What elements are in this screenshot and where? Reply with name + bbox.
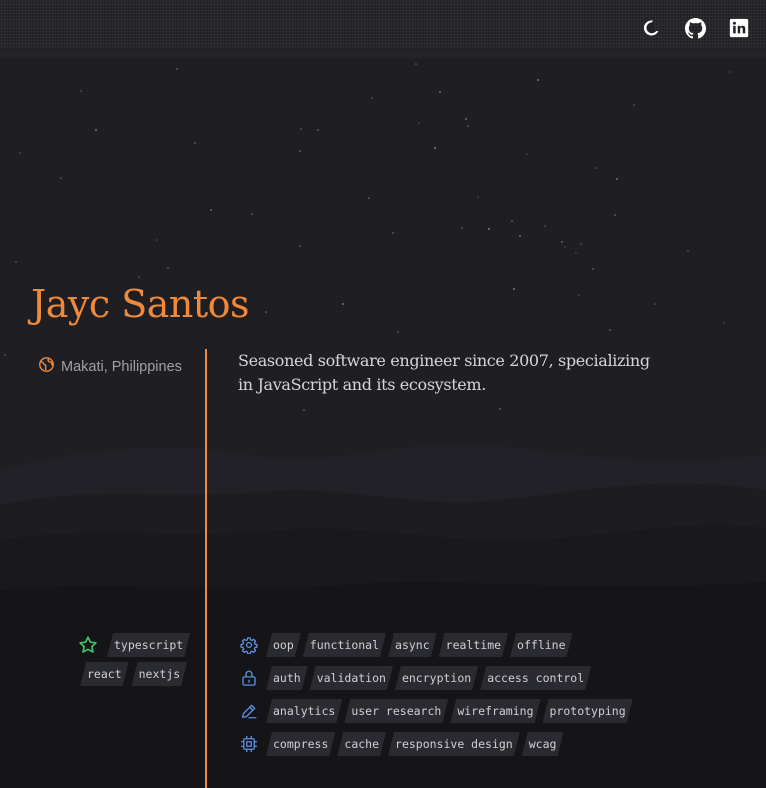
star-dot bbox=[513, 288, 515, 290]
skill-row-performance: compress cache responsive design wcag bbox=[240, 732, 563, 756]
favorites-row: typescript bbox=[78, 633, 190, 657]
tag-async[interactable]: async bbox=[388, 633, 437, 657]
tag-oop[interactable]: oop bbox=[266, 633, 301, 657]
lock-icon bbox=[240, 669, 258, 687]
star-dot bbox=[461, 227, 463, 229]
pencil-icon bbox=[240, 702, 258, 720]
star-dot bbox=[439, 91, 441, 93]
star-dot bbox=[156, 239, 158, 241]
star-dot bbox=[397, 331, 399, 333]
star-dot bbox=[526, 153, 528, 155]
globe-icon bbox=[38, 356, 55, 377]
tag-wireframing[interactable]: wireframing bbox=[450, 699, 540, 723]
star-dot bbox=[537, 79, 539, 81]
tag-realtime[interactable]: realtime bbox=[439, 633, 508, 657]
tag-access-control[interactable]: access control bbox=[480, 666, 591, 690]
tag-analytics[interactable]: analytics bbox=[266, 699, 342, 723]
star-dot bbox=[167, 267, 169, 269]
star-dot bbox=[578, 294, 580, 296]
star-dot bbox=[519, 235, 521, 237]
star-dot bbox=[299, 150, 301, 152]
tag-compress[interactable]: compress bbox=[266, 732, 335, 756]
star-dot bbox=[467, 125, 469, 127]
star-dot bbox=[303, 409, 305, 411]
star-dot bbox=[210, 209, 212, 211]
tag-functional[interactable]: functional bbox=[303, 633, 386, 657]
star-dot bbox=[729, 71, 731, 73]
bio-text: Seasoned software engineer since 2007, s… bbox=[238, 351, 650, 394]
star-dot bbox=[15, 261, 17, 263]
star-icon bbox=[78, 635, 98, 655]
star-dot bbox=[19, 152, 21, 154]
tag-nextjs[interactable]: nextjs bbox=[132, 662, 188, 686]
star-dot bbox=[300, 128, 302, 130]
star-dot bbox=[418, 122, 420, 124]
star-dot bbox=[723, 322, 725, 324]
star-dot bbox=[465, 118, 467, 120]
star-dot bbox=[60, 177, 62, 179]
star-dot bbox=[176, 68, 178, 70]
star-dot bbox=[4, 354, 6, 356]
star-dot bbox=[564, 246, 566, 248]
tag-responsive-design[interactable]: responsive design bbox=[388, 732, 520, 756]
location: Makati, Philippines bbox=[38, 356, 182, 377]
favorites-row-2: react nextjs bbox=[80, 662, 187, 686]
star-dot bbox=[415, 63, 417, 65]
tag-encryption[interactable]: encryption bbox=[395, 666, 478, 690]
location-text: Makati, Philippines bbox=[61, 358, 182, 375]
star-dot bbox=[342, 303, 344, 305]
tag-auth[interactable]: auth bbox=[266, 666, 308, 690]
star-dot bbox=[194, 142, 196, 144]
tag-wcag[interactable]: wcag bbox=[522, 732, 564, 756]
star-dot bbox=[544, 225, 546, 227]
star-dot bbox=[265, 311, 267, 313]
star-dot bbox=[511, 220, 513, 222]
star-dot bbox=[95, 129, 97, 131]
star-dot bbox=[687, 250, 689, 252]
star-dot bbox=[499, 408, 501, 410]
tag-user-research[interactable]: user research bbox=[344, 699, 448, 723]
star-dot bbox=[80, 90, 82, 92]
star-dot bbox=[317, 129, 319, 131]
timeline-divider bbox=[205, 349, 207, 788]
moon-icon[interactable] bbox=[640, 17, 662, 39]
star-dot bbox=[138, 276, 140, 278]
star-dot bbox=[477, 196, 479, 198]
star-dot bbox=[614, 214, 616, 216]
star-dot bbox=[368, 197, 370, 199]
tag-offline[interactable]: offline bbox=[510, 633, 572, 657]
star-dot bbox=[434, 147, 436, 149]
skill-row-security: auth validation encryption access contro… bbox=[240, 666, 591, 690]
star-dot bbox=[616, 178, 618, 180]
star-dot bbox=[251, 213, 253, 215]
gear-icon bbox=[240, 636, 258, 654]
star-dot bbox=[575, 252, 577, 254]
star-dot bbox=[609, 329, 611, 331]
star-dot bbox=[654, 303, 656, 305]
skill-row-design: analytics user research wireframing prot… bbox=[240, 699, 633, 723]
tag-react[interactable]: react bbox=[80, 662, 129, 686]
star-dot bbox=[633, 104, 635, 106]
chip-icon bbox=[240, 735, 258, 753]
tag-cache[interactable]: cache bbox=[337, 732, 386, 756]
tag-validation[interactable]: validation bbox=[310, 666, 393, 690]
star-dot bbox=[580, 243, 582, 245]
tag-typescript[interactable]: typescript bbox=[107, 633, 190, 657]
page-title: Jayc Santos bbox=[31, 282, 250, 326]
star-dot bbox=[592, 268, 594, 270]
skill-row-architecture: oop functional async realtime offline bbox=[240, 633, 573, 657]
star-dot bbox=[488, 228, 490, 230]
linkedin-icon[interactable] bbox=[728, 17, 750, 39]
star-dot bbox=[595, 167, 597, 169]
star-dot bbox=[392, 232, 394, 234]
star-dot bbox=[299, 245, 301, 247]
tag-prototyping[interactable]: prototyping bbox=[543, 699, 633, 723]
star-dot bbox=[371, 97, 373, 99]
star-dot bbox=[561, 241, 563, 243]
github-icon[interactable] bbox=[684, 17, 706, 39]
